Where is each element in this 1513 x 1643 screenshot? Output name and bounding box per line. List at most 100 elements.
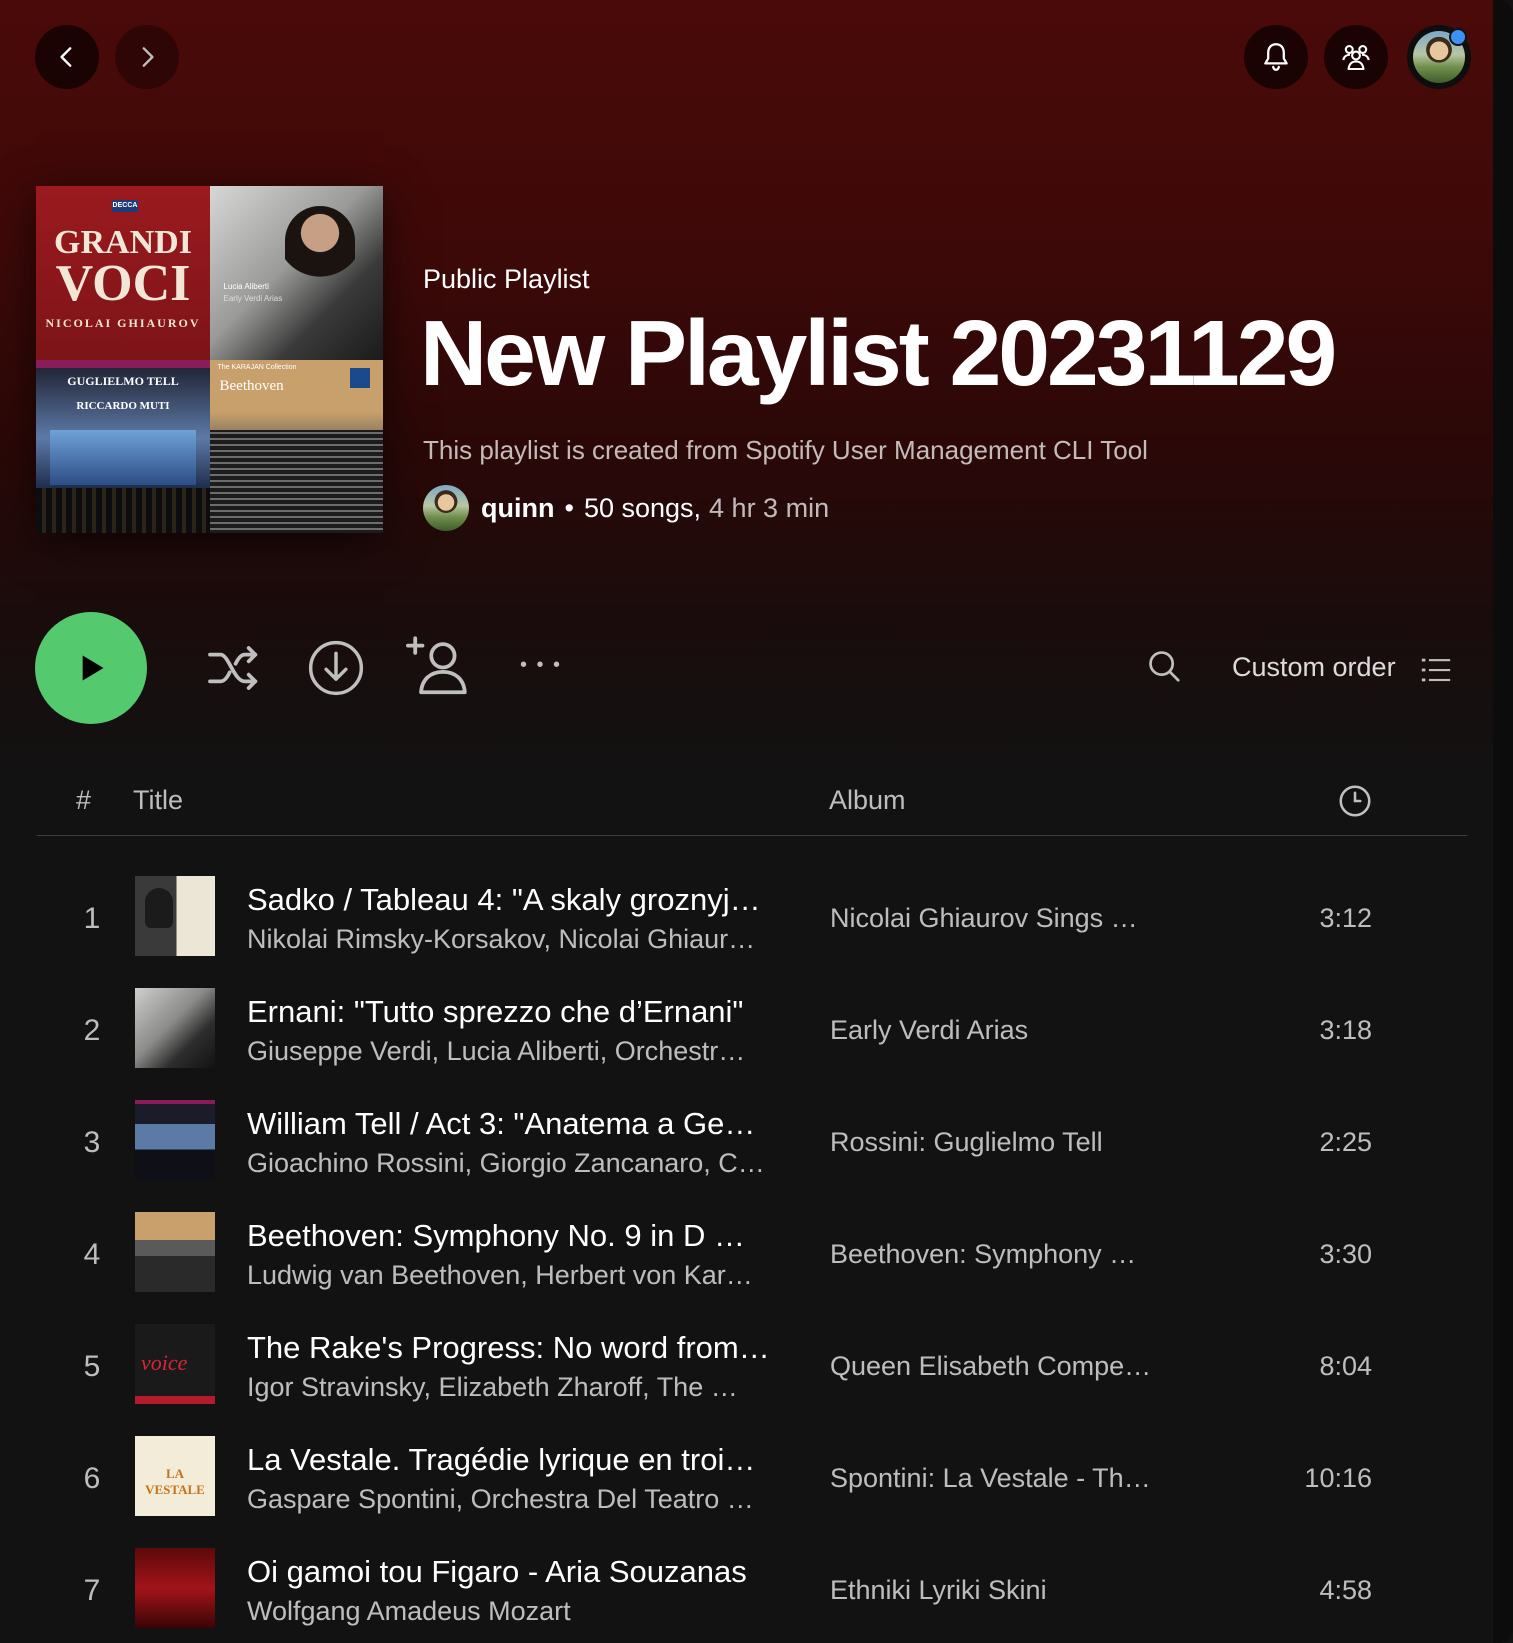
track-number: 7 [83, 1574, 101, 1607]
owner-link[interactable]: quinn [481, 493, 554, 524]
track-duration: 4:58 [1319, 1575, 1372, 1605]
list-icon [1421, 658, 1451, 682]
cover-tile-guglielmo-tell: GUGLIELMO TELL RICCARDO MUTI [36, 359, 210, 533]
cover-tile2-line2: Early Verdi Arias [223, 294, 283, 303]
search-in-playlist-button[interactable] [1140, 642, 1188, 690]
song-count: 50 songs, [583, 492, 702, 523]
cover-label-decca: DECCA [112, 202, 138, 209]
table-row[interactable]: 7 Oi gamoi tou Figaro - Aria Souzanas Wo… [37, 1532, 1467, 1643]
user-menu-button[interactable] [1407, 25, 1471, 89]
playlist-cover[interactable]: DECCA GRANDI VOCI NICOLAI GHIAUROV Lucia… [36, 186, 383, 533]
track-art [135, 1548, 215, 1628]
back-button[interactable] [35, 25, 99, 89]
track-title[interactable]: Sadko / Tableau 4: "A skaly groznyj… [247, 882, 761, 918]
track-artist[interactable]: Gioachino Rossini, Giorgio Zancanaro, C… [247, 1148, 765, 1179]
play-icon [82, 655, 104, 681]
search-icon [1149, 651, 1180, 682]
playlist-page: DECCA GRANDI VOCI NICOLAI GHIAUROV Lucia… [0, 0, 1513, 1643]
friend-activity-button[interactable] [1324, 25, 1388, 89]
table-row[interactable]: 5 voice The Rake's Progress: No word fro… [37, 1308, 1467, 1420]
meta-separator: • [564, 492, 574, 523]
track-album[interactable]: Nicolai Ghiaurov Sings … [830, 903, 1138, 934]
notifications-button[interactable] [1244, 25, 1308, 89]
cover-tile-beethoven: The KARAJAN Collection Beethoven [209, 359, 383, 533]
track-album[interactable]: Ethniki Lyriki Skini [830, 1575, 1047, 1606]
track-artist[interactable]: Nikolai Rimsky-Korsakov, Nicolai Ghiaur… [247, 924, 755, 955]
track-duration: 10:16 [1304, 1463, 1372, 1493]
track-art [135, 1100, 215, 1180]
page-title[interactable]: New Playlist 20231129 [420, 300, 1337, 407]
column-album[interactable]: Album [829, 785, 906, 816]
more-options-button[interactable]: • • • [510, 645, 572, 685]
table-row[interactable]: 2 Ernani: "Tutto sprezzo che d’Ernani" G… [37, 972, 1467, 1084]
track-duration: 2:25 [1319, 1127, 1372, 1157]
download-button[interactable] [302, 634, 370, 702]
track-number: 3 [83, 1126, 101, 1159]
track-artist[interactable]: Giuseppe Verdi, Lucia Aliberti, Orchestr… [247, 1036, 745, 1067]
notification-dot [1449, 28, 1467, 46]
track-title[interactable]: La Vestale. Tragédie lyrique en troi… [247, 1442, 755, 1478]
cover-tile-grandi-voci: DECCA GRANDI VOCI NICOLAI GHIAUROV [36, 186, 210, 360]
track-number: 2 [83, 1014, 101, 1047]
cover-tile2-line1: Lucia Aliberti [223, 282, 269, 291]
total-duration: 4 hr 3 min [709, 492, 830, 523]
cover-artist: NICOLAI GHIAUROV [45, 316, 201, 330]
track-artist[interactable]: Igor Stravinsky, Elizabeth Zharoff, The … [247, 1372, 738, 1403]
track-artist[interactable]: Wolfgang Amadeus Mozart [247, 1596, 571, 1627]
column-duration [1335, 781, 1375, 821]
playlist-meta: quinn • 50 songs, 4 hr 3 min [423, 485, 829, 531]
track-title[interactable]: Beethoven: Symphony No. 9 in D … [247, 1218, 745, 1254]
track-album[interactable]: Beethoven: Symphony … [830, 1239, 1136, 1270]
track-duration: 3:30 [1319, 1239, 1372, 1269]
forward-button[interactable] [115, 25, 179, 89]
track-art [135, 988, 215, 1068]
shuffle-icon [208, 646, 258, 690]
table-row[interactable]: 3 William Tell / Act 3: "Anatema a Ge… G… [37, 1084, 1467, 1196]
track-art [135, 1212, 215, 1292]
track-album[interactable]: Spontini: La Vestale - Th… [830, 1463, 1151, 1494]
column-title[interactable]: Title [133, 785, 183, 816]
cover-tile4-series: The KARAJAN Collection [217, 363, 297, 371]
track-album[interactable]: Rossini: Guglielmo Tell [830, 1127, 1103, 1158]
playlist-description: This playlist is created from Spotify Us… [423, 435, 1148, 465]
sort-label: Custom order [1232, 652, 1396, 682]
track-duration: 3:12 [1319, 903, 1372, 933]
cover-title-line2: VOCI [55, 255, 191, 312]
track-number: 5 [83, 1350, 101, 1383]
invite-collaborators-button[interactable] [404, 630, 476, 702]
chevron-left-icon [60, 47, 72, 67]
track-artist[interactable]: Ludwig van Beethoven, Herbert von Kar… [247, 1260, 753, 1291]
track-art: voice [135, 1324, 215, 1404]
clock-icon [1339, 785, 1371, 817]
table-row[interactable]: 4 Beethoven: Symphony No. 9 in D … Ludwi… [37, 1196, 1467, 1308]
track-art-text: voice [141, 1350, 188, 1375]
track-duration: 3:18 [1319, 1015, 1372, 1045]
track-album[interactable]: Queen Elisabeth Compe… [830, 1351, 1151, 1382]
list-view-button[interactable] [1416, 650, 1456, 690]
more-icon: • • • [519, 653, 563, 676]
track-artist[interactable]: Gaspare Spontini, Orchestra Del Teatro … [247, 1484, 754, 1515]
download-icon [308, 640, 364, 696]
track-art-text: LA VESTALE [145, 1466, 205, 1497]
track-art: LA VESTALE [135, 1436, 215, 1516]
cover-tile3-line1: GUGLIELMO TELL [67, 373, 179, 388]
play-button[interactable] [35, 612, 147, 724]
track-number: 1 [83, 902, 101, 935]
table-row[interactable]: 1 Sadko / Tableau 4: "A skaly groznyj… N… [37, 860, 1467, 972]
track-title[interactable]: Oi gamoi tou Figaro - Aria Souzanas [247, 1554, 747, 1590]
cover-tile3-line2: RICCARDO MUTI [76, 399, 170, 412]
add-user-icon [406, 636, 467, 695]
sort-dropdown[interactable]: Custom order [1232, 652, 1396, 683]
track-art [135, 876, 215, 956]
track-title[interactable]: The Rake's Progress: No word from… [247, 1330, 770, 1366]
table-header-divider [37, 835, 1467, 836]
chevron-right-icon [142, 47, 154, 67]
cover-tile4-title: Beethoven [219, 377, 284, 394]
shuffle-button[interactable] [200, 634, 268, 702]
track-number: 6 [83, 1462, 101, 1495]
owner-avatar[interactable] [423, 485, 469, 531]
track-title[interactable]: William Tell / Act 3: "Anatema a Ge… [247, 1106, 755, 1142]
table-row[interactable]: 6 LA VESTALE La Vestale. Tragédie lyriqu… [37, 1420, 1467, 1532]
track-title[interactable]: Ernani: "Tutto sprezzo che d’Ernani" [247, 994, 743, 1030]
track-album[interactable]: Early Verdi Arias [830, 1015, 1028, 1046]
